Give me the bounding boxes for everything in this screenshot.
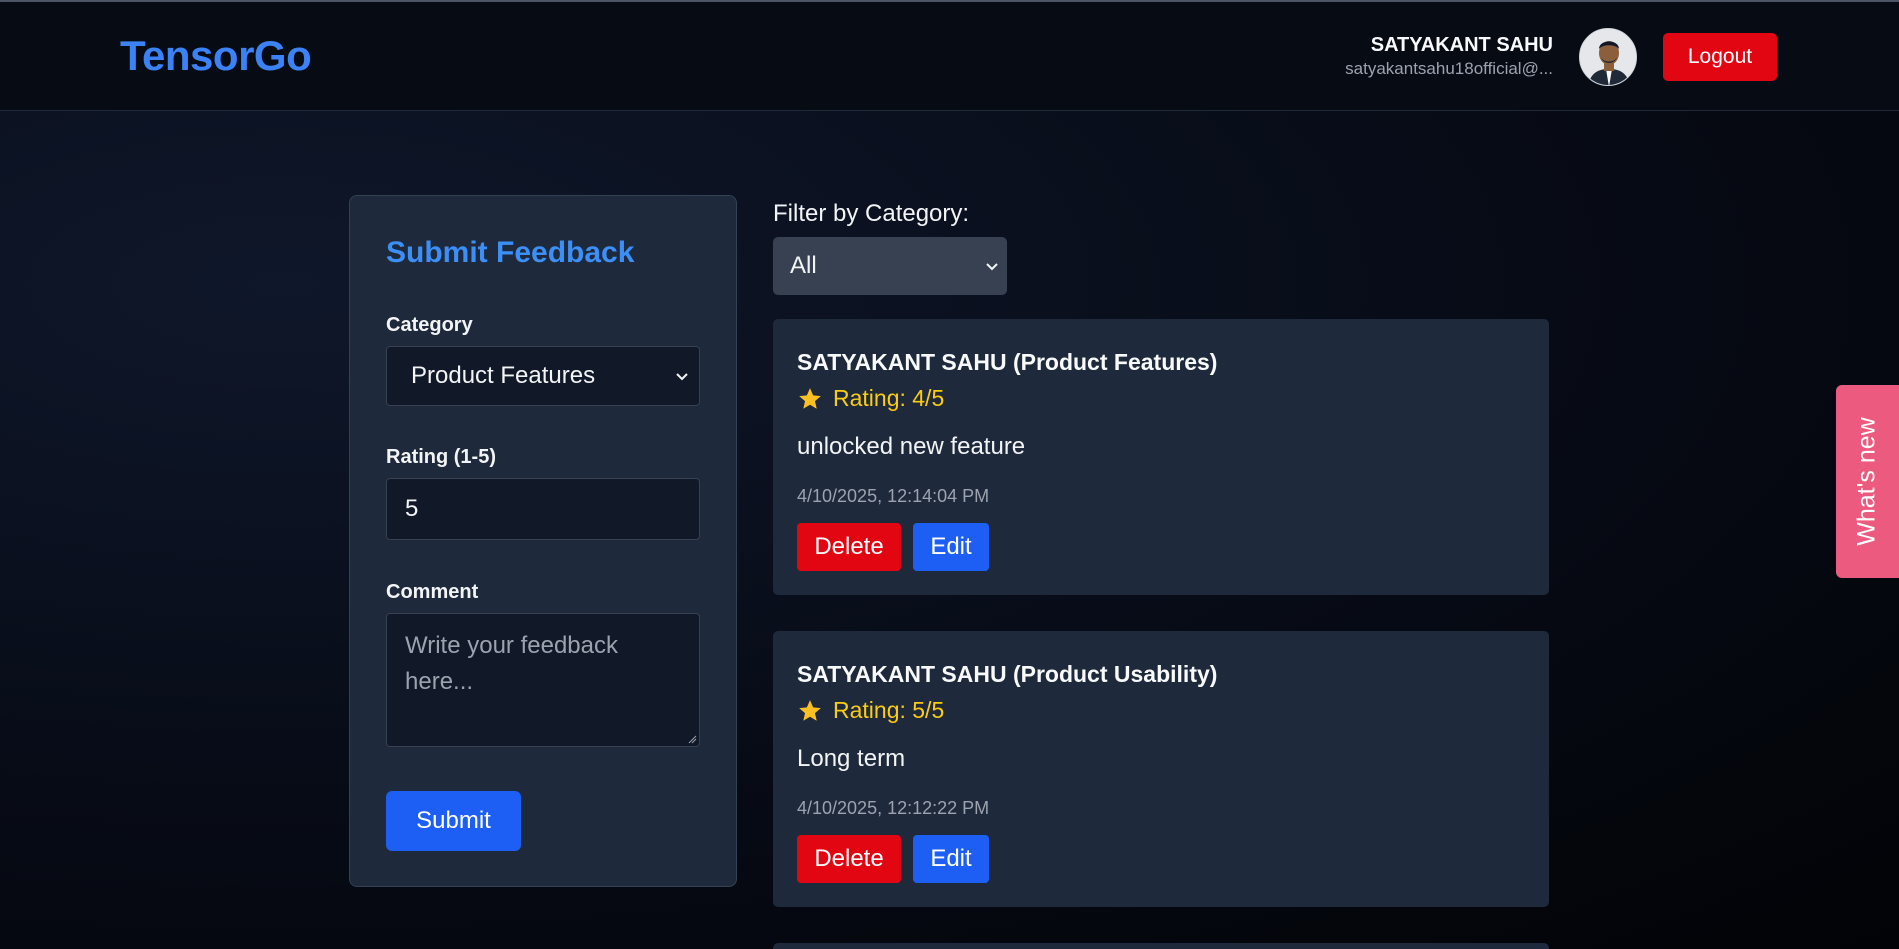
whats-new-label: What's new [1853, 417, 1881, 546]
feedback-title: SATYAKANT SAHU (Product Usability) [797, 661, 1218, 687]
feedback-card: SATYAKANT SAHU (Product Features) Rating… [773, 319, 1549, 595]
category-label: Category [386, 314, 473, 336]
delete-button[interactable]: Delete [797, 835, 901, 883]
feedback-card-partial [773, 943, 1549, 949]
filter-label: Filter by Category: [773, 200, 970, 227]
feedback-comment: unlocked new feature [797, 433, 1026, 460]
feedback-title: SATYAKANT SAHU (Product Features) [797, 349, 1218, 375]
user-name: SATYAKANT SAHU [1370, 34, 1553, 56]
submit-feedback-panel: Submit Feedback Category Product Feature… [349, 195, 737, 887]
comment-textarea[interactable]: Write your feedback here... [386, 613, 700, 747]
filter-select-value: All [790, 252, 817, 279]
app-header: TensorGo SATYAKANT SAHU satyakantsahu18o… [0, 2, 1899, 111]
comment-label: Comment [386, 581, 479, 603]
feedback-rating-text: Rating: 5/5 [833, 697, 945, 723]
delete-button[interactable]: Delete [797, 523, 901, 571]
feedback-timestamp: 4/10/2025, 12:12:22 PM [797, 798, 990, 818]
feedback-rating-text: Rating: 4/5 [833, 385, 945, 411]
logout-button[interactable]: Logout [1663, 33, 1777, 81]
rating-input-value: 5 [405, 495, 419, 522]
form-title: Submit Feedback [386, 236, 635, 269]
comment-placeholder: Write your feedback here... [405, 632, 618, 695]
feedback-rating: Rating: 4/5 [797, 385, 944, 412]
feedback-rating: Rating: 5/5 [797, 697, 944, 724]
chevron-down-icon [676, 373, 688, 381]
star-icon [799, 387, 821, 409]
chevron-down-icon [986, 263, 998, 271]
user-email: satyakantsahu18official@... [1345, 59, 1553, 78]
category-select[interactable]: Product Features [386, 346, 700, 406]
rating-input[interactable]: 5 [386, 478, 700, 540]
avatar[interactable] [1579, 28, 1637, 86]
feedback-card: SATYAKANT SAHU (Product Usability) Ratin… [773, 631, 1549, 907]
edit-button[interactable]: Edit [913, 523, 989, 571]
user-info: SATYAKANT SAHU satyakantsahu18official@.… [1293, 32, 1553, 80]
feedback-comment: Long term [797, 745, 906, 772]
filter-category-select[interactable]: All [773, 237, 1007, 295]
logo[interactable]: TensorGo [120, 32, 312, 80]
edit-button[interactable]: Edit [913, 835, 989, 883]
submit-button[interactable]: Submit [386, 791, 521, 851]
feedback-timestamp: 4/10/2025, 12:14:04 PM [797, 486, 990, 506]
category-select-value: Product Features [411, 362, 596, 389]
whats-new-tab[interactable]: What's new [1836, 385, 1899, 578]
resize-grip-icon[interactable] [687, 734, 697, 744]
rating-label: Rating (1-5) [386, 446, 496, 468]
star-icon [799, 699, 821, 721]
